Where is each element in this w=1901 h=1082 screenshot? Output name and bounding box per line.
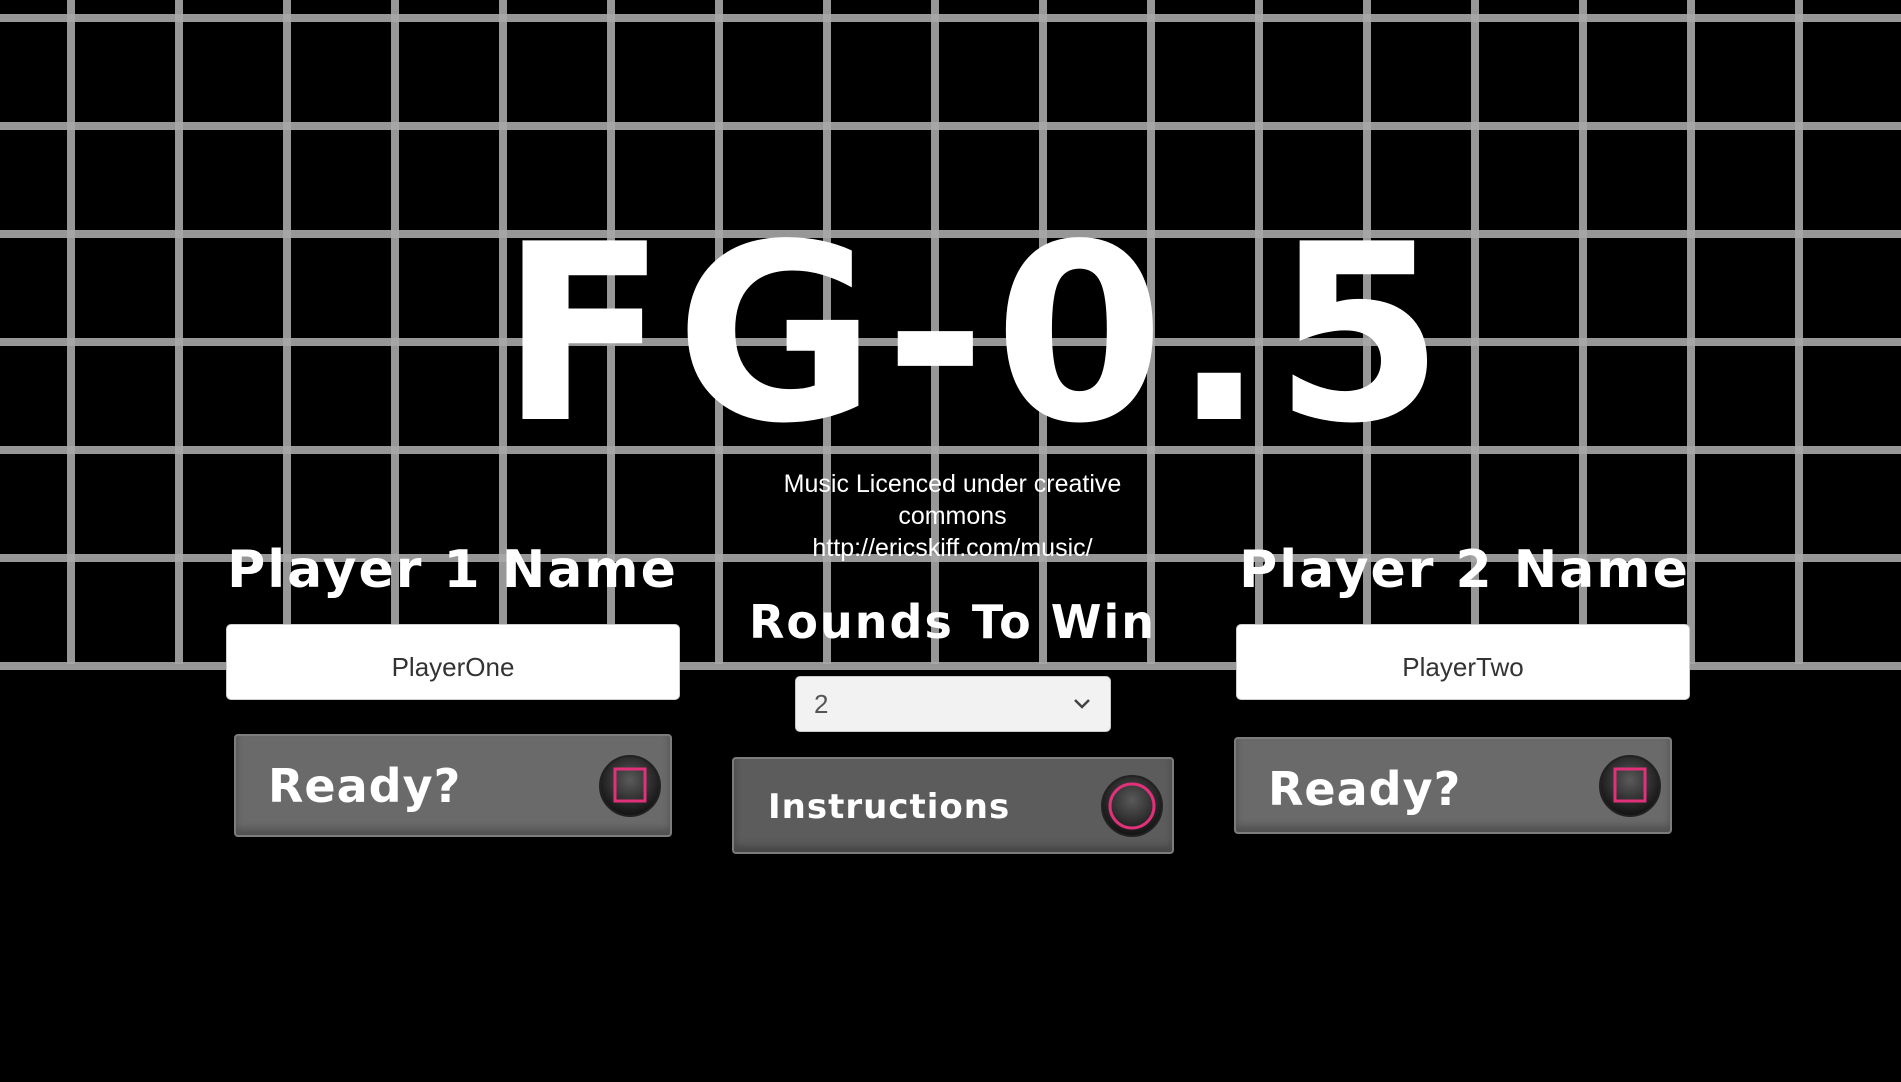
player1-ready-label: Ready? bbox=[268, 759, 462, 813]
player1-name-input[interactable] bbox=[226, 624, 680, 700]
player1-name-heading: Player 1 Name bbox=[227, 540, 678, 600]
main-menu-screen: FG-0.5 Music Licenced under creative com… bbox=[0, 0, 1901, 1082]
rounds-selected-value: 2 bbox=[814, 689, 829, 719]
circle-button-icon bbox=[1101, 775, 1163, 837]
player2-name-input[interactable] bbox=[1236, 624, 1690, 700]
rounds-to-win-dropdown[interactable]: 2 bbox=[795, 676, 1111, 732]
music-credit-line: commons bbox=[898, 502, 1007, 530]
instructions-label: Instructions bbox=[768, 787, 1011, 827]
player2-ready-label: Ready? bbox=[1268, 762, 1462, 816]
square-button-icon bbox=[599, 755, 661, 817]
player1-ready-button[interactable]: Ready? bbox=[234, 734, 672, 837]
rounds-to-win-heading: Rounds To Win bbox=[749, 595, 1156, 649]
player2-name-heading: Player 2 Name bbox=[1239, 540, 1690, 600]
square-button-icon bbox=[1599, 755, 1661, 817]
chevron-down-icon bbox=[1074, 699, 1090, 709]
instructions-button[interactable]: Instructions bbox=[732, 757, 1174, 854]
music-credit-line: Music Licenced under creative bbox=[783, 470, 1122, 498]
music-credit: Music Licenced under creative commons ht… bbox=[730, 468, 1175, 564]
game-title: FG-0.5 bbox=[500, 192, 1453, 477]
player2-ready-button[interactable]: Ready? bbox=[1234, 737, 1672, 834]
music-credit-url: http://ericskiff.com/music/ bbox=[812, 534, 1093, 562]
